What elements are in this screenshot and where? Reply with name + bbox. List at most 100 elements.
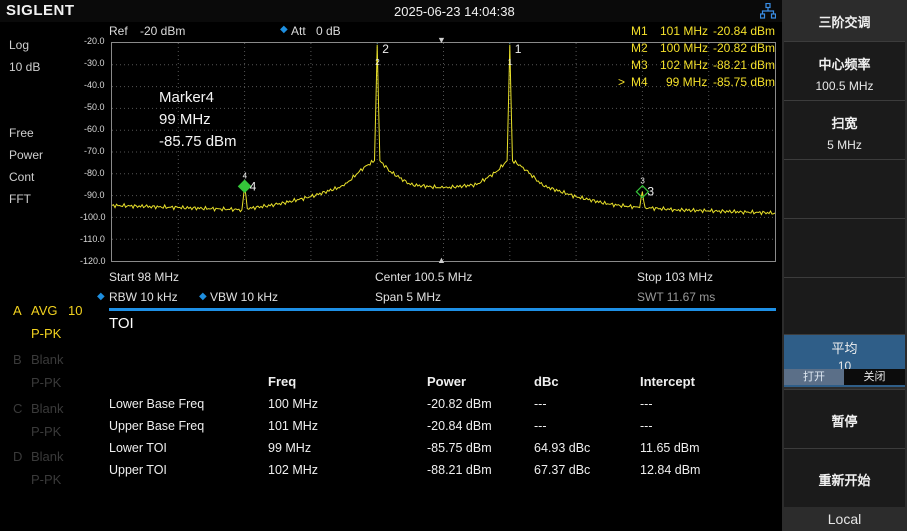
empty-softkey-1[interactable]	[784, 159, 905, 218]
row-intercept: ---	[640, 397, 653, 411]
network-icon	[760, 3, 776, 19]
brand-logo: SIGLENT	[6, 2, 75, 19]
trace-mode: Blank	[31, 352, 64, 367]
vbw-diamond-icon: ◆	[199, 291, 207, 302]
softkey-label: 重新开始	[818, 473, 871, 488]
menu-title-text: 三阶交调	[818, 15, 871, 30]
scale-type: Log	[9, 38, 30, 52]
marker-1-symbol	[509, 43, 511, 44]
center-tick-top-icon: ▼	[437, 35, 446, 45]
toi-separator	[109, 308, 776, 311]
marker-layer: 11 22 33 44	[237, 43, 654, 199]
y-tick-label: -120.0	[80, 256, 106, 266]
scale-div: 10 dB	[9, 60, 41, 74]
vbw: VBW 10 kHz	[210, 290, 279, 304]
row-power: -88.21 dBm	[427, 463, 492, 477]
trace-mode: AVG	[31, 303, 58, 318]
span-softkey[interactable]: 扫宽 5 MHz	[784, 100, 905, 159]
trace-mode: Blank	[31, 449, 64, 464]
trace-detector: P-PK	[31, 472, 62, 487]
row-dbc: ---	[534, 419, 547, 433]
y-tick-label: -110.0	[80, 234, 105, 244]
row-intercept: 12.84 dBm	[640, 463, 701, 477]
softkey-value: 5 MHz	[827, 138, 862, 152]
softkey-value: 100.5 MHz	[815, 79, 874, 93]
softkey-label: 中心频率	[818, 57, 871, 72]
center-freq: Center 100.5 MHz	[375, 270, 473, 284]
col-header-freq: Freq	[268, 374, 297, 389]
datetime: 2025-06-23 14:04:38	[394, 4, 515, 19]
att-label: Att	[291, 24, 306, 38]
start-freq: Start 98 MHz	[109, 270, 180, 284]
att-diamond-icon: ◆	[280, 24, 288, 35]
stop-freq: Stop 103 MHz	[637, 270, 714, 284]
trace-letter: C	[13, 401, 23, 416]
y-tick-label: -70.0	[84, 146, 105, 156]
marker-4-label: 4	[250, 179, 257, 193]
marker-2-symbol	[376, 43, 378, 44]
row-power: -85.75 dBm	[427, 441, 492, 455]
y-tick-label: -60.0	[84, 124, 105, 134]
y-tick-label: -90.0	[84, 190, 105, 200]
marker-level: -20.84 dBm	[713, 24, 776, 38]
spectrum-plot[interactable]: 11 22 33 44	[111, 42, 776, 262]
y-tick-label: -80.0	[84, 168, 105, 178]
empty-softkey-3[interactable]	[784, 277, 905, 334]
col-header-dbc: dBc	[534, 374, 559, 389]
rbw: RBW 10 kHz	[109, 290, 178, 304]
active-marker-level: -85.75 dBm	[159, 133, 237, 150]
row-power: -20.84 dBm	[427, 419, 492, 433]
softkey-label: 暂停	[831, 414, 858, 429]
trigger-mode: Free	[9, 126, 34, 140]
row-label: Upper Base Freq	[109, 419, 205, 433]
trace-detector: P-PK	[31, 375, 62, 390]
ref-label: Ref	[109, 24, 128, 38]
trace-letter: A	[13, 303, 22, 318]
trace-letter: B	[13, 352, 22, 367]
col-header-intercept: Intercept	[640, 374, 695, 389]
marker-name: M1	[631, 24, 648, 38]
row-freq: 100 MHz	[268, 397, 319, 411]
sweep-type: FFT	[9, 192, 31, 206]
average-on-option[interactable]: 打开	[784, 369, 844, 385]
menu-title: 三阶交调	[784, 0, 905, 40]
average-off-option[interactable]: 关闭	[844, 369, 905, 385]
span: Span 5 MHz	[375, 290, 442, 304]
softkey-label: 扫宽	[831, 116, 858, 131]
row-freq: 99 MHz	[268, 441, 312, 455]
softkey-label: 平均	[831, 341, 858, 356]
marker-1-label: 1	[515, 43, 522, 56]
row-power: -20.82 dBm	[427, 397, 492, 411]
y-tick-label: -100.0	[80, 212, 106, 222]
rbw-diamond-icon: ◆	[97, 291, 105, 302]
empty-softkey-2[interactable]	[784, 218, 905, 277]
row-label: Lower Base Freq	[109, 397, 205, 411]
row-dbc: ---	[534, 397, 547, 411]
ref-value: -20 dBm	[140, 24, 186, 38]
trace-detector: P-PK	[31, 424, 62, 439]
trace-mode: Blank	[31, 401, 64, 416]
marker-2-label: 2	[382, 43, 389, 56]
row-label: Upper TOI	[109, 463, 167, 477]
marker-freq: 101 MHz	[660, 24, 709, 38]
center-tick-bottom-icon: ▲	[437, 255, 446, 265]
row-dbc: 67.37 dBc	[534, 463, 591, 477]
marker-2-tag: 2	[375, 58, 380, 67]
restart-softkey[interactable]: 重新开始	[784, 448, 905, 507]
average-toggle[interactable]: 打开 关闭	[784, 369, 905, 385]
trace-a-line	[112, 44, 775, 216]
marker-1-tag: 1	[508, 58, 513, 67]
grid-lines	[112, 43, 775, 261]
y-tick-label: -40.0	[84, 80, 105, 90]
row-freq: 101 MHz	[268, 419, 319, 433]
top-bar	[0, 0, 782, 22]
col-header-power: Power	[427, 374, 467, 389]
center-freq-softkey[interactable]: 中心频率 100.5 MHz	[784, 41, 905, 100]
row-dbc: 64.93 dBc	[534, 441, 591, 455]
pause-softkey[interactable]: 暂停	[784, 389, 905, 448]
row-intercept: 11.65 dBm	[640, 441, 700, 455]
y-tick-label: -30.0	[84, 58, 105, 68]
toi-title: TOI	[109, 315, 134, 332]
y-tick-label: -20.0	[84, 36, 105, 46]
marker-3-label: 3	[647, 185, 654, 199]
